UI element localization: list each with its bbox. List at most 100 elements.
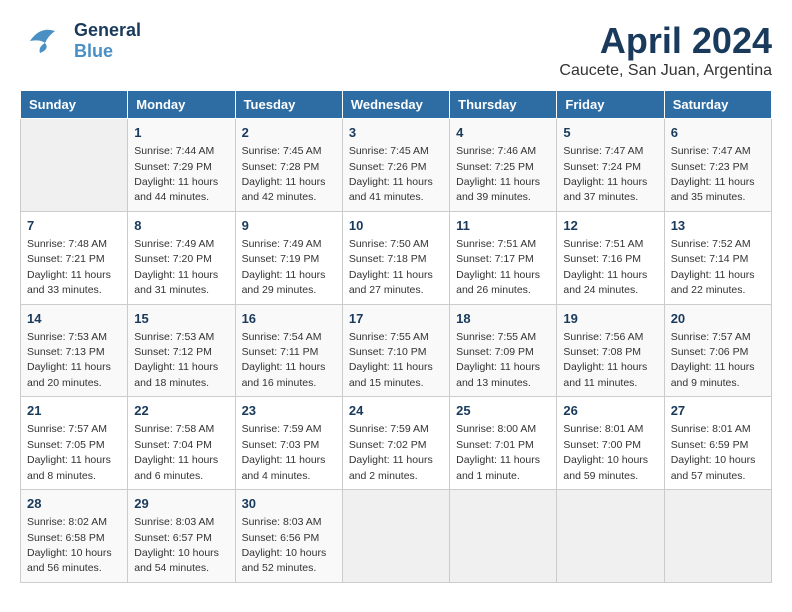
calendar-cell: 13 Sunrise: 7:52 AM Sunset: 7:14 PM Dayli… — [664, 211, 771, 304]
calendar-cell — [21, 119, 128, 212]
day-number: 21 — [27, 402, 121, 420]
day-info: Sunrise: 7:53 AM Sunset: 7:13 PM Dayligh… — [27, 331, 111, 389]
day-number: 29 — [134, 495, 228, 513]
day-info: Sunrise: 7:45 AM Sunset: 7:26 PM Dayligh… — [349, 145, 433, 203]
calendar-cell: 30 Sunrise: 8:03 AM Sunset: 6:56 PM Dayli… — [235, 490, 342, 583]
day-info: Sunrise: 8:01 AM Sunset: 6:59 PM Dayligh… — [671, 423, 756, 481]
day-info: Sunrise: 7:59 AM Sunset: 7:03 PM Dayligh… — [242, 423, 326, 481]
day-info: Sunrise: 8:01 AM Sunset: 7:00 PM Dayligh… — [563, 423, 648, 481]
col-header-saturday: Saturday — [664, 91, 771, 119]
month-title: April 2024 — [559, 20, 772, 62]
col-header-monday: Monday — [128, 91, 235, 119]
calendar-cell: 17 Sunrise: 7:55 AM Sunset: 7:10 PM Dayli… — [342, 304, 449, 397]
day-info: Sunrise: 7:53 AM Sunset: 7:12 PM Dayligh… — [134, 331, 218, 389]
day-number: 10 — [349, 217, 443, 235]
day-info: Sunrise: 7:47 AM Sunset: 7:24 PM Dayligh… — [563, 145, 647, 203]
day-info: Sunrise: 7:59 AM Sunset: 7:02 PM Dayligh… — [349, 423, 433, 481]
calendar-cell: 12 Sunrise: 7:51 AM Sunset: 7:16 PM Dayli… — [557, 211, 664, 304]
calendar-cell: 20Sunrise: 7:57 AM Sunset: 7:06 PM Dayli… — [664, 304, 771, 397]
day-number: 8 — [134, 217, 228, 235]
day-info: Sunrise: 8:03 AM Sunset: 6:56 PM Dayligh… — [242, 516, 327, 574]
day-info: Sunrise: 7:56 AM Sunset: 7:08 PM Dayligh… — [563, 331, 647, 389]
calendar-cell: 11Sunrise: 7:51 AM Sunset: 7:17 PM Dayli… — [450, 211, 557, 304]
day-info: Sunrise: 8:00 AM Sunset: 7:01 PM Dayligh… — [456, 423, 540, 481]
calendar-week-5: 28 Sunrise: 8:02 AM Sunset: 6:58 PM Dayli… — [21, 490, 772, 583]
col-header-sunday: Sunday — [21, 91, 128, 119]
calendar-cell: 21 Sunrise: 7:57 AM Sunset: 7:05 PM Dayli… — [21, 397, 128, 490]
calendar-cell: 9Sunrise: 7:49 AM Sunset: 7:19 PM Daylig… — [235, 211, 342, 304]
col-header-friday: Friday — [557, 91, 664, 119]
day-number: 6 — [671, 124, 765, 142]
day-info: Sunrise: 8:03 AM Sunset: 6:57 PM Dayligh… — [134, 516, 219, 574]
day-number: 24 — [349, 402, 443, 420]
calendar-cell — [664, 490, 771, 583]
calendar-cell: 5 Sunrise: 7:47 AM Sunset: 7:24 PM Daylig… — [557, 119, 664, 212]
calendar-cell: 28 Sunrise: 8:02 AM Sunset: 6:58 PM Dayli… — [21, 490, 128, 583]
day-info: Sunrise: 7:49 AM Sunset: 7:20 PM Dayligh… — [134, 238, 218, 296]
calendar-week-1: 1 Sunrise: 7:44 AM Sunset: 7:29 PM Daylig… — [21, 119, 772, 212]
calendar-cell — [557, 490, 664, 583]
calendar-cell: 7 Sunrise: 7:48 AM Sunset: 7:21 PM Daylig… — [21, 211, 128, 304]
day-number: 17 — [349, 310, 443, 328]
day-info: Sunrise: 7:58 AM Sunset: 7:04 PM Dayligh… — [134, 423, 218, 481]
calendar-cell: 1 Sunrise: 7:44 AM Sunset: 7:29 PM Daylig… — [128, 119, 235, 212]
day-info: Sunrise: 7:51 AM Sunset: 7:16 PM Dayligh… — [563, 238, 647, 296]
calendar-cell: 15 Sunrise: 7:53 AM Sunset: 7:12 PM Dayli… — [128, 304, 235, 397]
calendar-cell: 19Sunrise: 7:56 AM Sunset: 7:08 PM Dayli… — [557, 304, 664, 397]
day-number: 12 — [563, 217, 657, 235]
col-header-thursday: Thursday — [450, 91, 557, 119]
calendar-cell: 10 Sunrise: 7:50 AM Sunset: 7:18 PM Dayli… — [342, 211, 449, 304]
logo-blue: Blue — [74, 41, 141, 62]
day-info: Sunrise: 7:45 AM Sunset: 7:28 PM Dayligh… — [242, 145, 326, 203]
title-block: April 2024 Caucete, San Juan, Argentina — [559, 20, 772, 80]
day-info: Sunrise: 7:46 AM Sunset: 7:25 PM Dayligh… — [456, 145, 540, 203]
location-subtitle: Caucete, San Juan, Argentina — [559, 62, 772, 80]
day-info: Sunrise: 7:44 AM Sunset: 7:29 PM Dayligh… — [134, 145, 218, 203]
day-info: Sunrise: 7:52 AM Sunset: 7:14 PM Dayligh… — [671, 238, 755, 296]
col-header-wednesday: Wednesday — [342, 91, 449, 119]
day-number: 3 — [349, 124, 443, 142]
calendar-cell: 25Sunrise: 8:00 AM Sunset: 7:01 PM Dayli… — [450, 397, 557, 490]
day-number: 2 — [242, 124, 336, 142]
calendar-week-4: 21 Sunrise: 7:57 AM Sunset: 7:05 PM Dayli… — [21, 397, 772, 490]
col-header-tuesday: Tuesday — [235, 91, 342, 119]
day-number: 30 — [242, 495, 336, 513]
page-header: General Blue April 2024 Caucete, San Jua… — [20, 20, 772, 80]
day-info: Sunrise: 7:50 AM Sunset: 7:18 PM Dayligh… — [349, 238, 433, 296]
day-info: Sunrise: 7:47 AM Sunset: 7:23 PM Dayligh… — [671, 145, 755, 203]
logo-bird-icon — [20, 21, 70, 61]
calendar-week-3: 14Sunrise: 7:53 AM Sunset: 7:13 PM Dayli… — [21, 304, 772, 397]
day-info: Sunrise: 8:02 AM Sunset: 6:58 PM Dayligh… — [27, 516, 112, 574]
logo-text: General Blue — [74, 20, 141, 62]
day-number: 27 — [671, 402, 765, 420]
calendar-cell: 16Sunrise: 7:54 AM Sunset: 7:11 PM Dayli… — [235, 304, 342, 397]
calendar-cell: 8 Sunrise: 7:49 AM Sunset: 7:20 PM Daylig… — [128, 211, 235, 304]
day-info: Sunrise: 7:57 AM Sunset: 7:05 PM Dayligh… — [27, 423, 111, 481]
day-info: Sunrise: 7:48 AM Sunset: 7:21 PM Dayligh… — [27, 238, 111, 296]
day-info: Sunrise: 7:54 AM Sunset: 7:11 PM Dayligh… — [242, 331, 326, 389]
calendar-cell: 3 Sunrise: 7:45 AM Sunset: 7:26 PM Daylig… — [342, 119, 449, 212]
day-number: 7 — [27, 217, 121, 235]
calendar-cell: 27 Sunrise: 8:01 AM Sunset: 6:59 PM Dayli… — [664, 397, 771, 490]
calendar-cell: 23Sunrise: 7:59 AM Sunset: 7:03 PM Dayli… — [235, 397, 342, 490]
day-number: 4 — [456, 124, 550, 142]
day-number: 13 — [671, 217, 765, 235]
day-number: 1 — [134, 124, 228, 142]
day-number: 5 — [563, 124, 657, 142]
calendar-cell — [342, 490, 449, 583]
calendar-week-2: 7 Sunrise: 7:48 AM Sunset: 7:21 PM Daylig… — [21, 211, 772, 304]
calendar-cell: 6 Sunrise: 7:47 AM Sunset: 7:23 PM Daylig… — [664, 119, 771, 212]
day-info: Sunrise: 7:55 AM Sunset: 7:10 PM Dayligh… — [349, 331, 433, 389]
calendar-cell: 29 Sunrise: 8:03 AM Sunset: 6:57 PM Dayli… — [128, 490, 235, 583]
day-number: 15 — [134, 310, 228, 328]
day-number: 28 — [27, 495, 121, 513]
calendar-cell: 26Sunrise: 8:01 AM Sunset: 7:00 PM Dayli… — [557, 397, 664, 490]
calendar-cell: 24 Sunrise: 7:59 AM Sunset: 7:02 PM Dayli… — [342, 397, 449, 490]
calendar-cell: 14Sunrise: 7:53 AM Sunset: 7:13 PM Dayli… — [21, 304, 128, 397]
logo-general: General — [74, 20, 141, 41]
calendar-header-row: SundayMondayTuesdayWednesdayThursdayFrid… — [21, 91, 772, 119]
day-number: 9 — [242, 217, 336, 235]
calendar-table: SundayMondayTuesdayWednesdayThursdayFrid… — [20, 90, 772, 583]
calendar-cell — [450, 490, 557, 583]
day-number: 22 — [134, 402, 228, 420]
